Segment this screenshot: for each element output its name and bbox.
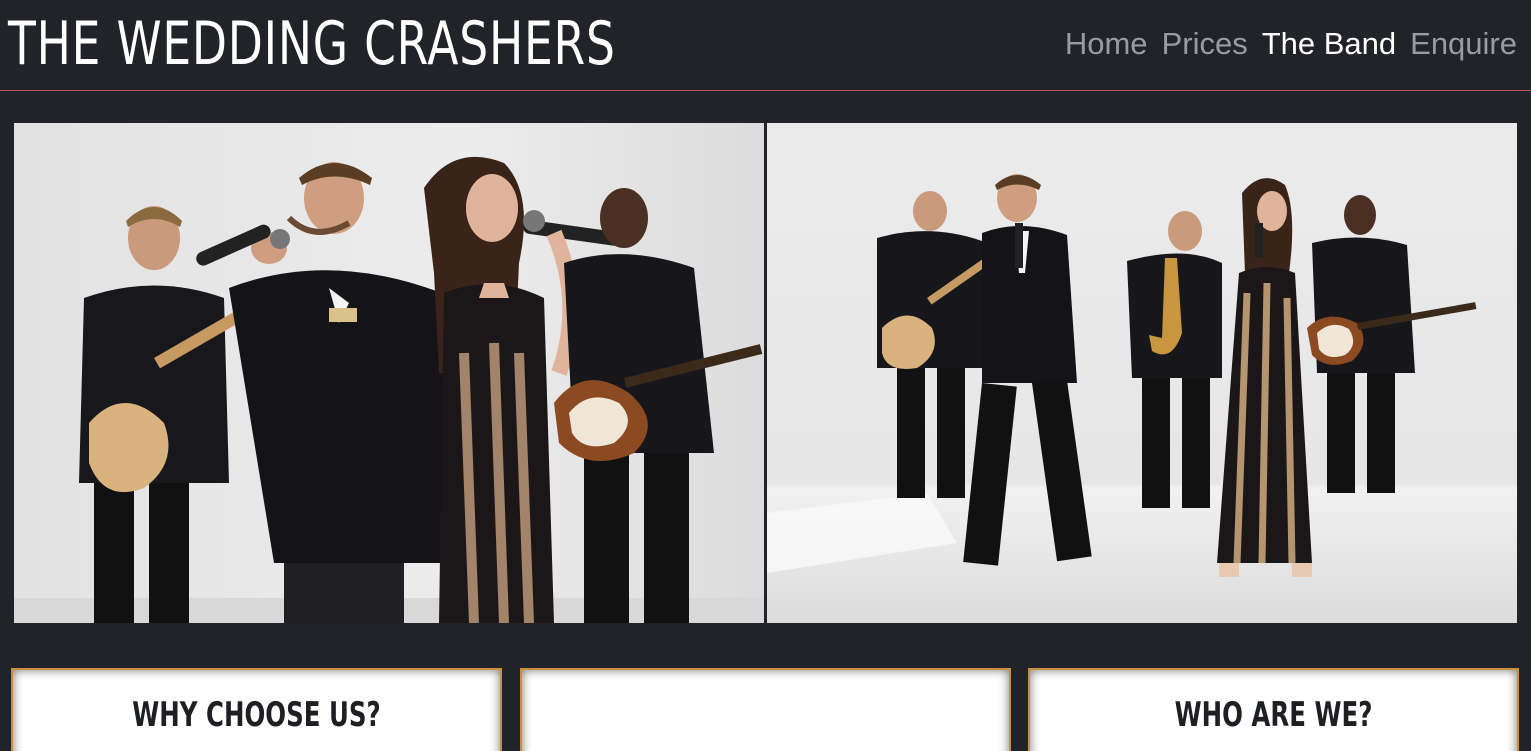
band-photo-closeup-image (14, 123, 764, 623)
nav-prices-link[interactable]: Prices (1162, 22, 1248, 66)
band-photo-gallery (14, 123, 1517, 623)
nav-enquire-link[interactable]: Enquire (1410, 22, 1517, 66)
who-are-we-heading: WHO ARE WE? (1174, 695, 1373, 735)
band-photo-lineup-image (767, 123, 1517, 623)
site-title[interactable]: THE WEDDING CRASHERS (8, 8, 616, 80)
nav-the-band-link[interactable]: The Band (1262, 22, 1396, 66)
band-photo-lineup (767, 123, 1517, 623)
middle-card (520, 668, 1011, 751)
site-header: THE WEDDING CRASHERS Home Prices The Ban… (0, 0, 1531, 91)
why-choose-us-heading: WHY CHOOSE US? (132, 695, 381, 735)
why-choose-us-card: WHY CHOOSE US? (11, 668, 502, 751)
band-photo-closeup (14, 123, 764, 623)
nav-home-link[interactable]: Home (1065, 22, 1148, 66)
main-nav: Home Prices The Band Enquire (1065, 22, 1517, 66)
info-cards: WHY CHOOSE US? WHO ARE WE? (11, 668, 1520, 751)
who-are-we-card: WHO ARE WE? (1028, 668, 1519, 751)
